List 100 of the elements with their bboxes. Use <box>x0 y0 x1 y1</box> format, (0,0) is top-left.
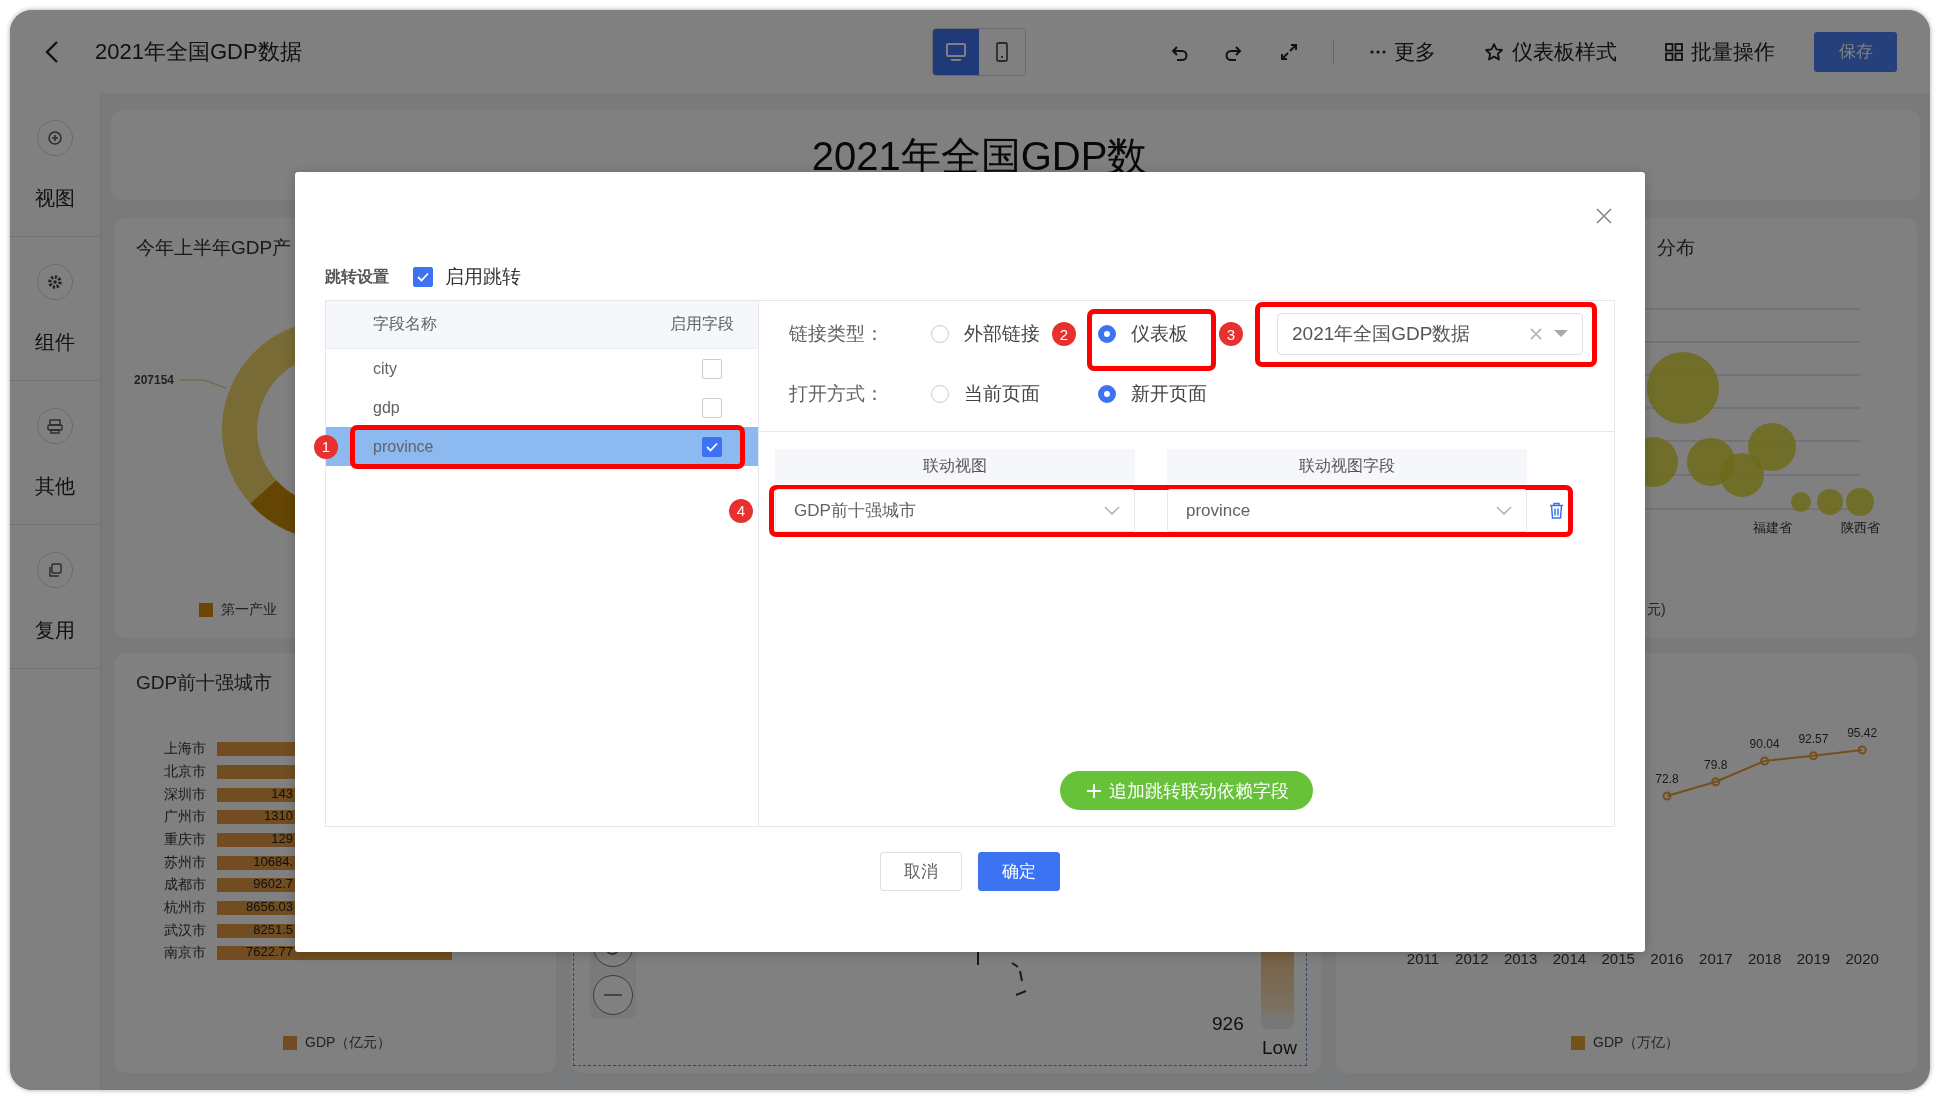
legend-label: Low <box>1262 1037 1297 1059</box>
checkbox[interactable] <box>702 397 722 418</box>
monitor-icon <box>945 41 967 62</box>
data-point <box>1760 756 1770 766</box>
sidebar-label[interactable]: 复用 <box>35 617 75 644</box>
bar-value: 1310 <box>263 808 293 824</box>
radio-option[interactable]: 仪表板 <box>1098 319 1188 349</box>
checkbox-label: 启用跳转 <box>445 265 521 289</box>
bar-value: 7622.77 <box>245 944 293 960</box>
annotation-badge: 2 <box>1052 322 1076 346</box>
radio-option[interactable]: 当前页面 <box>931 379 1040 409</box>
clear-icon[interactable] <box>1530 328 1542 340</box>
batch-button[interactable]: 批量操作 <box>1665 37 1775 66</box>
legend-label: GDP（亿元） <box>305 1034 392 1052</box>
chevron-icon <box>1496 506 1512 515</box>
cancel-button[interactable]: 取消 <box>880 852 962 891</box>
year-label: 2017 <box>1699 950 1733 967</box>
bar-value: 8251.5 <box>252 921 293 937</box>
dashboard-title: 2021年全国GDP数据 <box>95 37 302 66</box>
zoom-out-button[interactable] <box>593 975 633 1015</box>
check-icon <box>416 271 430 283</box>
year-label: 2019 <box>1796 950 1831 967</box>
legend-swatch <box>283 1036 297 1050</box>
field-row[interactable]: gdp <box>326 388 758 427</box>
radio-option[interactable]: 外部链接 <box>931 319 1040 349</box>
bar-value: 8656.03 <box>245 899 293 915</box>
year-label: 2014 <box>1552 950 1587 967</box>
delete-button[interactable] <box>1549 502 1564 519</box>
checkbox[interactable] <box>702 358 722 379</box>
phone-icon <box>995 41 1009 62</box>
sidebar-label[interactable]: 视图 <box>35 185 75 212</box>
data-point <box>1857 745 1867 755</box>
star-icon <box>1484 41 1504 62</box>
legend-swatch <box>1571 1036 1585 1050</box>
column-header: 联动视图 <box>775 449 1135 484</box>
radio[interactable] <box>931 385 949 403</box>
close-button[interactable] <box>1596 208 1612 224</box>
add-icon[interactable] <box>36 119 74 157</box>
annotation-badge: 3 <box>1219 322 1243 346</box>
field-name: province <box>372 437 435 456</box>
radio[interactable] <box>931 325 949 343</box>
field-name: gdp <box>372 398 401 417</box>
dashboard-style-button[interactable]: 仪表板样式 <box>1484 37 1617 66</box>
field-label: 打开方式： <box>789 382 885 406</box>
radio-option[interactable]: 新开页面 <box>1098 379 1207 409</box>
bar-value: 143 <box>270 785 293 801</box>
data-point <box>1711 777 1721 787</box>
year-label: 2016 <box>1650 950 1684 967</box>
bar-value: 129 <box>270 831 293 846</box>
field-row[interactable]: city <box>326 349 758 388</box>
section-title: 跳转设置 <box>325 266 389 287</box>
year-label: 2011 <box>1406 950 1440 967</box>
axis-label: 福建省 <box>1752 520 1792 535</box>
chevron-icon <box>1104 506 1120 515</box>
printer-icon[interactable] <box>36 407 74 445</box>
data-point <box>1662 791 1672 801</box>
sidebar-label[interactable]: 组件 <box>35 329 75 356</box>
more-button[interactable]: 更多 <box>1370 37 1436 66</box>
data-label: 90.04 <box>1749 736 1780 751</box>
year-label: 2015 <box>1601 950 1635 967</box>
column-header: 启用字段 <box>669 314 735 334</box>
city-label: 上海市 <box>163 740 206 759</box>
copy-icon[interactable] <box>36 551 74 589</box>
column-header: 联动视图字段 <box>1167 449 1527 484</box>
city-label: 武汉市 <box>163 921 206 940</box>
city-label: 杭州市 <box>163 899 206 918</box>
expand-icon[interactable] <box>1279 41 1299 62</box>
more-icon <box>1370 48 1386 55</box>
leader-line <box>179 379 227 389</box>
desktop-view-button[interactable] <box>933 28 979 75</box>
bar-value: 9602.7 <box>252 876 293 892</box>
data-label: 72.8 <box>1655 772 1679 786</box>
city-label: 深圳市 <box>163 785 206 804</box>
chart-title: 今年上半年GDP产 <box>136 236 292 260</box>
minus-icon <box>604 993 622 997</box>
dashboard-select[interactable]: 2021年全国GDP数据 <box>1277 313 1583 355</box>
axis-label: 陕西省 <box>1840 520 1880 535</box>
city-label: 南京市 <box>163 944 206 963</box>
city-label: 苏州市 <box>163 853 206 872</box>
city-label: 重庆市 <box>163 831 206 849</box>
view-select[interactable]: GDP前十强城市 <box>775 489 1135 532</box>
gear-icon[interactable] <box>36 263 74 301</box>
annotation-badge: 4 <box>729 498 753 523</box>
caret-icon <box>1554 330 1568 338</box>
data-label: 79.8 <box>1704 757 1728 772</box>
year-label: 2020 <box>1845 950 1879 967</box>
checkbox[interactable] <box>702 436 722 457</box>
save-button[interactable]: 保存 <box>1814 31 1897 72</box>
checkbox[interactable] <box>413 267 433 287</box>
plus-icon <box>1086 782 1102 799</box>
field-select[interactable]: province <box>1167 489 1527 532</box>
radio[interactable] <box>1098 325 1116 343</box>
confirm-button[interactable]: 确定 <box>978 852 1060 891</box>
sidebar-label[interactable]: 其他 <box>35 473 75 500</box>
radio[interactable] <box>1098 385 1116 403</box>
legend-label: 元) <box>1647 601 1666 619</box>
field-label: 链接类型： <box>789 322 885 346</box>
bar-value: 10684. <box>252 853 293 869</box>
legend-label: 第一产业 <box>221 601 277 619</box>
legend-swatch <box>199 603 213 617</box>
